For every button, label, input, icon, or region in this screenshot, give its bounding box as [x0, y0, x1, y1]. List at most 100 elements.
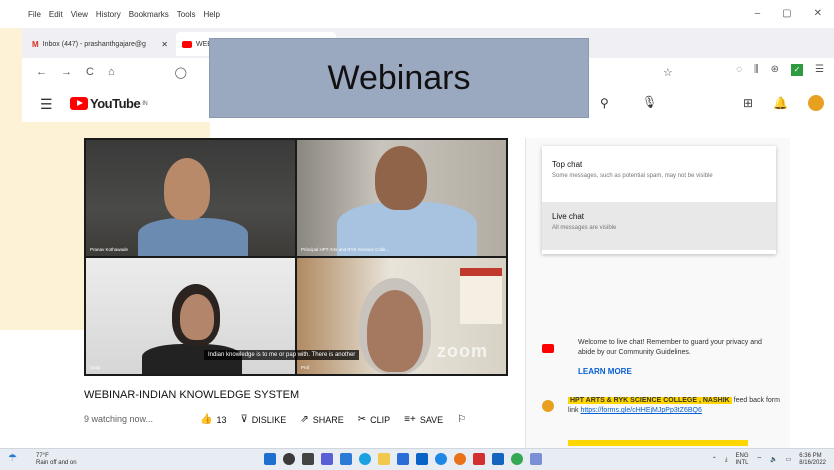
share-icon: ⇗ — [300, 414, 309, 425]
youtube-play-icon — [70, 97, 88, 110]
menu-view[interactable]: View — [71, 10, 88, 19]
network-icon[interactable]: ⌔ — [757, 457, 763, 464]
menu-history[interactable]: History — [96, 10, 121, 19]
system-tray: ⌃ ⤓ ENG INTL ⌔ 🔈 ▭ 6:36 PM 8/16/2022 — [712, 453, 826, 467]
participant-label: Surja — [90, 365, 101, 370]
avatar[interactable] — [808, 95, 824, 111]
tab-close-icon[interactable]: ✕ — [161, 40, 168, 49]
menu-tools[interactable]: Tools — [177, 10, 196, 19]
menu-help[interactable]: Help — [203, 10, 219, 19]
menu-file[interactable]: File — [28, 10, 41, 19]
search-taskbar-icon[interactable] — [283, 453, 295, 465]
start-icon[interactable] — [264, 453, 276, 465]
menu-icon[interactable]: ☰ — [815, 64, 824, 76]
search-icon[interactable]: ⚲ — [600, 96, 609, 110]
scissors-icon: ✂ — [357, 414, 367, 425]
share-button[interactable]: ⇗ SHARE — [300, 414, 343, 425]
youtube-logo[interactable]: YouTube IN — [70, 96, 148, 111]
weather-desc: Rain off and on — [36, 460, 77, 466]
save-button[interactable]: ≡+ SAVE — [404, 414, 443, 425]
dislike-button[interactable]: ⊽ DISLIKE — [240, 414, 286, 425]
participant-body — [138, 218, 248, 256]
battery-icon[interactable]: ▭ — [786, 457, 792, 464]
create-video-icon[interactable]: ⊞ — [743, 96, 753, 110]
save-label: SAVE — [419, 414, 444, 425]
pocket-icon[interactable]: ◌ — [736, 64, 742, 76]
file-explorer-icon[interactable] — [378, 453, 390, 465]
chat-option-live[interactable]: Live chat All messages are visible — [542, 202, 776, 250]
notifications-bell-icon[interactable]: 🔔 — [773, 96, 788, 110]
home-icon[interactable]: ⌂ — [108, 66, 115, 78]
close-window-button[interactable]: ✕ — [814, 8, 822, 19]
language-indicator[interactable]: ENG INTL — [735, 453, 748, 467]
tray-chevron-icon[interactable]: ⌃ — [712, 457, 717, 464]
wall-calendar — [460, 268, 502, 324]
forward-icon[interactable]: → — [61, 66, 72, 78]
youtube-logo-text: YouTube — [90, 96, 141, 111]
tray-download-icon[interactable]: ⤓ — [725, 457, 728, 464]
report-button[interactable]: ⚐ — [457, 414, 466, 425]
menu-bookmarks[interactable]: Bookmarks — [129, 10, 169, 19]
app-blue-icon[interactable] — [492, 453, 504, 465]
clip-button[interactable]: ✂ CLIP — [358, 414, 390, 425]
volume-icon[interactable]: 🔈 — [770, 457, 777, 464]
participant-face — [180, 294, 214, 340]
minimize-button[interactable]: – — [755, 8, 761, 19]
green-extension-icon[interactable]: ✓ — [791, 64, 804, 76]
bookmark-star-icon[interactable]: ☆ — [663, 66, 673, 79]
chat-option-title: Live chat — [552, 212, 585, 221]
video-actions: 👍 13 ⊽ DISLIKE ⇗ SHARE ✂ CLIP ≡+ SAVE ⚐ — [200, 414, 466, 425]
hamburger-icon[interactable]: ☰ — [40, 96, 53, 113]
weather-widget[interactable]: 77°F Rain off and on — [36, 453, 77, 467]
like-button[interactable]: 👍 13 — [200, 414, 226, 425]
participant-label: Principal HPT Arts and RYK Science Colle… — [301, 247, 390, 252]
task-view-icon[interactable] — [302, 453, 314, 465]
clip-label: CLIP — [370, 414, 391, 425]
mail-icon[interactable] — [416, 453, 428, 465]
shield-icon[interactable]: ◯ — [175, 66, 187, 79]
back-icon[interactable]: ← — [36, 66, 47, 78]
app-red-icon[interactable] — [473, 453, 485, 465]
clock-time: 6:36 PM — [799, 453, 822, 459]
edge-icon[interactable] — [359, 453, 371, 465]
extension-icon[interactable]: ⊛ — [771, 64, 779, 76]
firefox-icon[interactable] — [454, 453, 466, 465]
tab-inbox-label: Inbox (447) - prashanthgajare@g — [42, 40, 146, 48]
menu-edit[interactable]: Edit — [49, 10, 63, 19]
maximize-button[interactable]: ▢ — [782, 8, 791, 19]
learn-more-link[interactable]: LEARN MORE — [578, 367, 632, 376]
settings-icon[interactable] — [340, 453, 352, 465]
thumbs-down-icon: ⊽ — [240, 414, 248, 425]
chat-option-top[interactable]: Top chat Some messages, such as potentia… — [542, 150, 776, 198]
chat-option-subtitle: Some messages, such as potential spam, m… — [552, 173, 713, 179]
weather-icon: ☂ — [8, 453, 17, 464]
teams-icon[interactable] — [321, 453, 333, 465]
chat-next-author-highlight — [568, 440, 748, 446]
reload-icon[interactable]: C — [86, 66, 94, 78]
thumbs-up-icon: 👍 — [200, 414, 213, 425]
youtube-logo-region: IN — [142, 100, 148, 107]
language-variant: INTL — [735, 460, 749, 466]
weather-temp: 77°F — [36, 453, 49, 459]
microphone-icon[interactable]: 🎙 — [642, 95, 657, 109]
library-icon[interactable]: ⫼ — [754, 64, 759, 76]
chat-welcome-message: Welcome to live chat! Remember to guard … — [578, 339, 762, 356]
clock[interactable]: 6:36 PM 8/16/2022 — [799, 453, 826, 467]
chat-message-link[interactable]: https://forms.gle/cHHEjMJpPp3tZ6BQ6 — [580, 407, 701, 414]
watching-count: 9 watching now... — [84, 414, 154, 424]
participant-face — [367, 290, 423, 372]
chrome-icon[interactable] — [511, 453, 523, 465]
video-player[interactable]: Pranav Kothawade Principal HPT Arts and … — [84, 138, 508, 376]
skype-icon[interactable] — [435, 453, 447, 465]
tab-inbox[interactable]: M Inbox (447) - prashanthgajare@g ✕ — [26, 32, 174, 56]
participant-label: Pranav Kothawade — [90, 247, 129, 252]
live-chat-panel: Top chat Some messages, such as potentia… — [525, 138, 790, 448]
youtube-favicon-icon — [182, 40, 192, 48]
video-caption: Indian knowledge is to me or pap with. T… — [204, 350, 360, 360]
chat-author-name[interactable]: HPT ARTS & RYK SCIENCE COLLEGE , NASHIK — [568, 397, 732, 404]
store-icon[interactable] — [397, 453, 409, 465]
playlist-add-icon: ≡+ — [404, 414, 416, 425]
participant-face — [375, 146, 427, 210]
app-lavender-icon[interactable] — [530, 453, 542, 465]
language-code: ENG — [735, 453, 749, 459]
